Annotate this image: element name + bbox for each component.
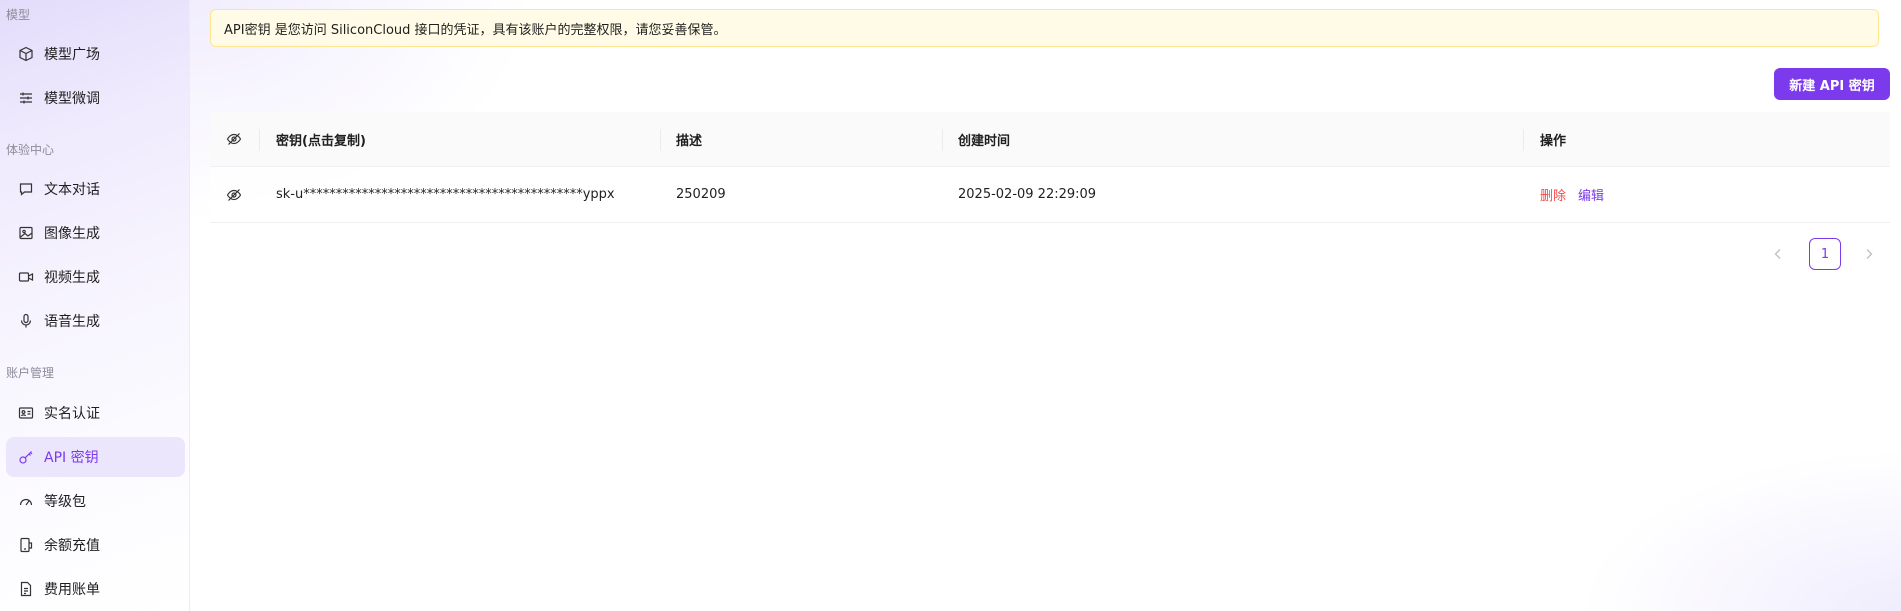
main-content: API密钥 是您访问 SiliconCloud 接口的凭证，具有该账户的完整权限…	[190, 0, 1901, 611]
section-title-experience: 体验中心	[6, 143, 55, 157]
column-header-actions: 操作	[1540, 133, 1567, 149]
sidebar-item-fine-tune[interactable]: 模型微调	[6, 78, 185, 118]
toggle-visibility-all[interactable]	[226, 112, 242, 166]
gauge-icon	[18, 493, 34, 509]
notice-text: API密钥 是您访问 SiliconCloud 接口的凭证，具有该账户的完整权限…	[224, 22, 727, 38]
row-actions: 删除 编辑	[1540, 167, 1604, 222]
section-title-account: 账户管理	[6, 366, 55, 380]
sidebar-item-label: 模型广场	[44, 47, 100, 63]
sidebar-item-label: 费用账单	[44, 582, 100, 598]
next-page-icon[interactable]	[1861, 246, 1877, 262]
key-description: 250209	[676, 187, 726, 202]
page-number-current[interactable]: 1	[1809, 238, 1841, 270]
new-api-key-button[interactable]: 新建 API 密钥	[1774, 68, 1890, 100]
column-divider	[259, 129, 260, 151]
column-divider	[1523, 129, 1524, 151]
sidebar-item-label: API 密钥	[44, 450, 99, 466]
sidebar-item-level-pack[interactable]: 等级包	[6, 481, 185, 521]
api-key-value[interactable]: sk-u************************************…	[276, 167, 615, 222]
wallet-icon	[18, 537, 34, 553]
edit-key-link[interactable]: 编辑	[1578, 185, 1604, 204]
column-header-description: 描述	[676, 133, 703, 149]
sidebar-item-video-gen[interactable]: 视频生成	[6, 257, 185, 297]
toggle-key-visibility[interactable]	[226, 167, 242, 222]
sidebar-item-label: 实名认证	[44, 406, 100, 422]
column-divider	[942, 129, 943, 151]
video-icon	[18, 269, 34, 285]
eye-off-icon	[226, 188, 242, 201]
bill-icon	[18, 581, 34, 597]
sidebar-item-label: 图像生成	[44, 226, 100, 242]
table-header: 密钥(点击复制) 描述 创建时间 操作	[210, 112, 1890, 167]
api-keys-table: 密钥(点击复制) 描述 创建时间 操作 sk-u****************…	[210, 112, 1890, 223]
pagination: 1	[1758, 238, 1888, 270]
sidebar-item-verification[interactable]: 实名认证	[6, 393, 185, 433]
sidebar-item-label: 文本对话	[44, 182, 100, 198]
sliders-icon	[18, 90, 34, 106]
column-header-key: 密钥(点击复制)	[276, 133, 366, 149]
sidebar-item-recharge[interactable]: 余额充值	[6, 525, 185, 565]
eye-off-icon	[226, 133, 242, 145]
sidebar-item-billing[interactable]: 费用账单	[6, 569, 185, 609]
sidebar-item-voice-gen[interactable]: 语音生成	[6, 301, 185, 341]
id-card-icon	[18, 405, 34, 421]
image-icon	[18, 225, 34, 241]
sidebar-item-label: 语音生成	[44, 314, 100, 330]
sidebar-item-image-gen[interactable]: 图像生成	[6, 213, 185, 253]
sidebar-item-label: 模型微调	[44, 91, 100, 107]
key-created-time: 2025-02-09 22:29:09	[958, 187, 1097, 202]
key-icon	[18, 449, 34, 465]
sidebar: 模型 模型广场 模型微调 体验中心 文本对话 图像生成 视频生成 语音生成 账户…	[0, 0, 190, 611]
delete-key-link[interactable]: 删除	[1540, 185, 1566, 204]
sidebar-item-label: 视频生成	[44, 270, 100, 286]
prev-page-icon[interactable]	[1770, 246, 1786, 262]
column-divider	[660, 129, 661, 151]
app-root: 模型 模型广场 模型微调 体验中心 文本对话 图像生成 视频生成 语音生成 账户…	[0, 0, 1901, 611]
chat-icon	[18, 181, 34, 197]
sidebar-item-text-chat[interactable]: 文本对话	[6, 169, 185, 209]
sidebar-item-label: 等级包	[44, 494, 86, 510]
sidebar-item-api-keys[interactable]: API 密钥	[6, 437, 185, 477]
sidebar-item-label: 余额充值	[44, 538, 100, 554]
column-header-created: 创建时间	[958, 133, 1011, 149]
sidebar-item-model-square[interactable]: 模型广场	[6, 34, 185, 74]
section-title-models: 模型	[6, 8, 31, 22]
cube-icon	[18, 46, 34, 62]
microphone-icon	[18, 313, 34, 329]
table-row: sk-u************************************…	[210, 167, 1890, 223]
api-key-notice: API密钥 是您访问 SiliconCloud 接口的凭证，具有该账户的完整权限…	[210, 9, 1879, 47]
